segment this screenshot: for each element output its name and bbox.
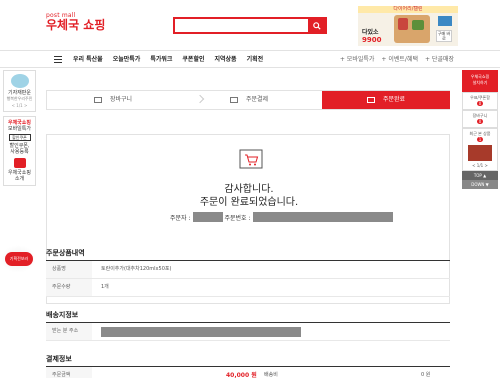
promo-banner[interactable]: 다이어리/캘린 다있소 9900 구매 바로 bbox=[358, 6, 458, 46]
order-number-label: 주문번호 : bbox=[224, 214, 251, 222]
install-app-line2: 설치하기 bbox=[472, 80, 488, 85]
nav-link-events[interactable]: + 이벤트/혜택 bbox=[374, 51, 418, 68]
recent-items-label: 최근 본 상품 bbox=[469, 131, 491, 136]
right-sidebar: 우체국쇼핑 설치하기 우표/쿠폰함 0 장바구니 0 최근 본 상품 1 < 1… bbox=[462, 70, 498, 242]
banner-side-image bbox=[438, 16, 452, 26]
order-number-redacted bbox=[252, 212, 393, 222]
sidebar-about-link-2[interactable]: 소개 bbox=[5, 176, 34, 182]
quick-cart-count: 0 bbox=[476, 119, 484, 124]
order-items-title: 주문상품내역 bbox=[46, 249, 85, 257]
post-office-icon bbox=[13, 158, 26, 168]
order-info-line: 주문자 : 주문번호 : bbox=[170, 212, 393, 222]
orderer-label: 주문자 : bbox=[170, 214, 191, 222]
payment-title: 결제정보 bbox=[46, 355, 72, 363]
step-payment: 주문결제 bbox=[230, 91, 268, 109]
main-nav: 우리 특산물 오늘만특가 특가워크 쿠폰할인 지역상품 기획전 + 모바일특가 … bbox=[0, 50, 500, 68]
card-icon bbox=[230, 97, 238, 103]
search-box bbox=[173, 17, 327, 34]
basket-icon bbox=[94, 97, 102, 103]
ad-character-icon bbox=[10, 74, 29, 88]
step-cart: 장바구니 bbox=[94, 91, 132, 109]
order-item-qty-row: 주문수량 1개 bbox=[46, 279, 450, 297]
address-redacted bbox=[101, 327, 301, 337]
nav-item-special-week[interactable]: 특가워크 bbox=[145, 51, 177, 68]
order-amount-value: 40,000 원 bbox=[226, 372, 257, 378]
delivery-fee-label: 배송비 bbox=[264, 372, 278, 378]
product-name-value: 토란이추가(대추차120mlx50포) bbox=[101, 266, 172, 272]
nav-item-exhibition[interactable]: 기획전 bbox=[242, 51, 269, 68]
truck-icon bbox=[366, 97, 375, 103]
scroll-top-button[interactable]: TOP ▲ bbox=[462, 171, 498, 180]
banner-goods-item bbox=[398, 18, 408, 30]
left-sidebar: 기자재판운 행복한우리주민 < 1/1 > 우체국쇼핑 모바일특가 할인쿠폰 할… bbox=[3, 70, 36, 320]
quantity-value: 1개 bbox=[101, 284, 109, 290]
exhibition-badge[interactable]: 기획전보러 bbox=[5, 252, 33, 266]
cart-icon bbox=[239, 149, 263, 169]
install-app-button[interactable]: 우체국쇼핑 설치하기 bbox=[462, 70, 498, 92]
scroll-down-button[interactable]: DOWN ▼ bbox=[462, 180, 498, 189]
ad-subtitle: 행복한우리주민 bbox=[6, 96, 33, 101]
banner-top-text: 다이어리/캘린 bbox=[358, 6, 458, 13]
step-complete: 주문완료 bbox=[322, 91, 450, 109]
step-payment-label: 주문결제 bbox=[246, 96, 269, 103]
quick-cart-box[interactable]: 장바구니 0 bbox=[462, 110, 498, 128]
delivery-fee-value: 0 원 bbox=[421, 372, 431, 378]
step-complete-label: 주문완료 bbox=[382, 96, 406, 103]
shipping-title: 배송지정보 bbox=[46, 311, 79, 319]
payment-amount-row: 주문금액 40,000 원 배송비 0 원 bbox=[46, 367, 450, 378]
orderer-redacted bbox=[192, 212, 223, 222]
recent-items-count: 1 bbox=[476, 137, 484, 142]
nav-item-coupon-sale[interactable]: 쿠폰할인 bbox=[177, 51, 209, 68]
search-button[interactable] bbox=[308, 19, 325, 32]
quick-cart-label: 장바구니 bbox=[472, 113, 488, 118]
shipping-address-row: 받는 분 주소 bbox=[46, 323, 450, 341]
recent-item-thumbnail[interactable] bbox=[468, 145, 492, 161]
nav-item-today-deal[interactable]: 오늘만특가 bbox=[108, 51, 146, 68]
step-cart-label: 장바구니 bbox=[110, 96, 133, 103]
sidebar-mobile-deal-link[interactable]: 모바일특가 bbox=[5, 126, 34, 132]
banner-goods-item bbox=[412, 20, 424, 30]
coupon-logo-icon: 할인쿠폰 bbox=[8, 134, 31, 141]
quick-coupon-count: 0 bbox=[476, 101, 484, 106]
site-logo[interactable]: post mall 우체국 쇼핑 bbox=[46, 12, 105, 32]
banner-go-button[interactable]: 구매 바로 bbox=[436, 30, 452, 42]
order-item-name-row: 상품명 토란이추가(대추차120mlx50포) bbox=[46, 261, 450, 279]
logo-main-text: 우체국 쇼핑 bbox=[46, 18, 106, 32]
order-amount-label: 주문금액 bbox=[46, 367, 92, 378]
banner-price-text: 9900 bbox=[362, 36, 382, 44]
search-input[interactable] bbox=[175, 19, 309, 32]
address-label: 받는 분 주소 bbox=[46, 323, 92, 340]
order-complete-main: 장바구니 주문결제 주문완료 감사합니다. 주문이 완료되었습니다. 주문자 :… bbox=[36, 68, 460, 378]
sidebar-coupon-link-2[interactable]: 사용등록 bbox=[5, 149, 34, 155]
recent-items-box[interactable]: 최근 본 상품 1 < 1/1 > bbox=[462, 128, 498, 171]
ad-pager[interactable]: < 1/1 > bbox=[5, 103, 34, 108]
quantity-label: 주문수량 bbox=[46, 279, 92, 296]
product-name-label: 상품명 bbox=[46, 261, 92, 278]
quick-coupon-box[interactable]: 우표/쿠폰함 0 bbox=[462, 92, 498, 110]
chevron-right-icon bbox=[195, 94, 205, 104]
recent-items-pager[interactable]: < 1/1 > bbox=[464, 163, 496, 168]
sidebar-menu-box: 우체국쇼핑 모바일특가 할인쿠폰 할인쿠폰, 사용등록 우체국쇼핑 소개 bbox=[3, 116, 36, 186]
nav-item-local-specialty[interactable]: 우리 특산물 bbox=[68, 51, 108, 68]
nav-link-favorite-store[interactable]: + 단골매장 bbox=[418, 51, 454, 68]
banner-brand-text: 다있소 bbox=[362, 29, 379, 36]
hamburger-menu-icon[interactable] bbox=[54, 56, 62, 63]
order-steps: 장바구니 주문결제 주문완료 bbox=[46, 90, 450, 110]
order-complete-message: 주문이 완료되었습니다. bbox=[199, 197, 299, 208]
nav-link-mobile-deal[interactable]: + 모바일특가 bbox=[333, 51, 375, 68]
site-header: post mall 우체국 쇼핑 다이어리/캘린 다있소 9900 구매 바로 bbox=[0, 0, 500, 50]
search-icon bbox=[312, 21, 321, 30]
nav-item-regional[interactable]: 지역상품 bbox=[210, 51, 242, 68]
sidebar-ad-box[interactable]: 기자재판운 행복한우리주민 < 1/1 > bbox=[3, 70, 36, 112]
quick-coupon-label: 우표/쿠폰함 bbox=[470, 95, 490, 100]
